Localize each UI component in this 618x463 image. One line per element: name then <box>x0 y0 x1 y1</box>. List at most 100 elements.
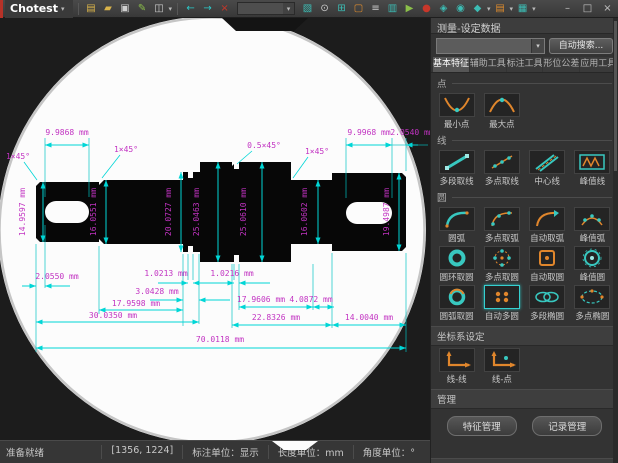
toolbar-combobox[interactable]: ▾ <box>237 2 295 15</box>
undo-icon[interactable]: ← <box>183 2 198 16</box>
panel-scrollbar[interactable] <box>613 18 618 463</box>
measurement-view-svg[interactable]: 9.9868 mm 9.9968 mm 2.0540 mm 1×45° 1×45… <box>0 18 430 440</box>
section-point-label: 点 <box>431 73 618 91</box>
dim-dia-seg4: 25.0463 mm <box>192 188 201 236</box>
app-window: Chotest ▾ ▤ ▰ ▣ ✎ ◫ ▾ ← → × ▾ ▧ ⊙ ⊞ ▢ ≡ … <box>0 0 618 463</box>
circles-tool-icon[interactable]: ◉ <box>453 2 468 16</box>
light-dropdown-icon[interactable]: ▾ <box>510 5 514 13</box>
measurement-viewport[interactable]: 9.9868 mm 9.9968 mm 2.0540 mm 1×45° 1×45… <box>0 18 430 440</box>
maximize-button[interactable]: □ <box>581 3 594 14</box>
peak-line-icon <box>574 150 610 174</box>
multi-seg-ellipse-icon <box>529 285 565 309</box>
save-icon[interactable]: ▣ <box>118 2 133 16</box>
point-tool-grid: 最小点 最大点 <box>431 91 618 130</box>
tab-annotation-tools[interactable]: 标注工具 <box>507 57 543 72</box>
auto-search-button[interactable]: 自动搜索... <box>549 38 613 54</box>
tool-max-point[interactable]: 最大点 <box>480 93 523 130</box>
tool-center-line[interactable]: 中心线 <box>526 150 569 187</box>
stage-fixture-shadow <box>222 18 308 31</box>
image-settings-icon[interactable]: ▦ <box>515 2 530 16</box>
tool-auto-arc[interactable]: 自动取弧 <box>526 207 569 244</box>
play-icon[interactable]: ▶ <box>402 2 417 16</box>
close-button[interactable]: × <box>601 3 614 14</box>
dim-dia-seg3: 20.0727 mm <box>164 188 173 236</box>
minimize-button[interactable]: – <box>561 3 574 14</box>
dim-len-left-block: 30.0350 mm <box>89 311 137 320</box>
calibration-grid-icon[interactable]: ⊞ <box>334 2 349 16</box>
delete-icon[interactable]: × <box>217 2 232 16</box>
image-dropdown-icon[interactable]: ▾ <box>532 5 536 13</box>
multi-seg-line-icon <box>439 150 475 174</box>
tool-multi-point-circle[interactable]: 多点取圆 <box>480 246 523 283</box>
feature-combobox[interactable]: ▾ <box>436 38 545 54</box>
record-manage-button[interactable]: 记录管理 <box>532 416 602 436</box>
dim-chamfer-center: 0.5×45° <box>247 141 281 150</box>
tool-multi-point-ellipse[interactable]: 多点椭圆 <box>571 285 614 322</box>
auto-arc-icon <box>529 207 565 231</box>
shield-dropdown-icon[interactable]: ▾ <box>487 5 491 13</box>
circle-tool-grid-row1: 圆弧 多点取弧 自动取弧 峰值弧 <box>431 205 618 244</box>
tool-peak-line[interactable]: 峰值线 <box>571 150 614 187</box>
tool-multi-seg-ellipse[interactable]: 多段椭圆 <box>526 285 569 322</box>
tool-arc[interactable]: 圆弧 <box>435 207 478 244</box>
redo-icon[interactable]: → <box>200 2 215 16</box>
dim-len-center-block: 22.8326 mm <box>252 313 300 322</box>
tab-aux-tools[interactable]: 辅助工具 <box>470 57 506 72</box>
tool-min-point[interactable]: 最小点 <box>435 93 478 130</box>
peak-arc-icon <box>574 207 610 231</box>
record-icon[interactable]: ● <box>419 2 434 16</box>
tool-multi-point-arc[interactable]: 多点取弧 <box>480 207 523 244</box>
tool-line-point[interactable]: 线-点 <box>480 348 523 385</box>
dim-slot-length-right: 9.9968 mm <box>347 128 391 137</box>
dim-dia-seg2: 16.0551 mm <box>89 188 98 236</box>
line-tool-grid: 多段取线 多点取线 中心线 峰值线 <box>431 148 618 187</box>
tool-multi-seg-line[interactable]: 多段取线 <box>435 150 478 187</box>
dim-chamfer-right: 1×45° <box>305 147 329 156</box>
measure-tool-icon[interactable]: ◈ <box>436 2 451 16</box>
combobox-arrow-icon[interactable]: ▾ <box>283 3 294 14</box>
toolbar-separator <box>177 3 178 15</box>
new-file-icon[interactable]: ▤ <box>84 2 99 16</box>
multi-point-line-icon <box>484 150 520 174</box>
tab-basic-features[interactable]: 基本特征 <box>433 57 469 72</box>
combobox-arrow-icon[interactable]: ▾ <box>531 39 544 53</box>
list-view-icon[interactable]: ≡ <box>368 2 383 16</box>
columns-view-icon[interactable]: ▥ <box>385 2 400 16</box>
dim-slot-to-end-right: 2.0540 mm <box>390 128 430 137</box>
light-tool-icon[interactable]: ▤ <box>493 2 508 16</box>
color-picker-icon[interactable]: ▧ <box>300 2 315 16</box>
min-point-icon <box>439 93 475 117</box>
dim-dia-end-right: 19.4987 mm <box>382 188 391 236</box>
manage-buttons-row: 特征管理 记录管理 <box>431 409 618 440</box>
line-line-axes-icon <box>439 348 475 372</box>
open-folder-icon[interactable]: ▰ <box>101 2 116 16</box>
multi-point-circle-icon <box>484 246 520 270</box>
tab-geometric-tolerance[interactable]: 形位公差 <box>543 57 579 72</box>
tool-line-line[interactable]: 线-线 <box>435 348 478 385</box>
shield-tool-icon[interactable]: ◆ <box>470 2 485 16</box>
feature-manage-button[interactable]: 特征管理 <box>447 416 517 436</box>
zoom-icon[interactable]: ⊙ <box>317 2 332 16</box>
tool-multi-point-line[interactable]: 多点取线 <box>480 150 523 187</box>
tool-peak-arc[interactable]: 峰值弧 <box>571 207 614 244</box>
tool-auto-circle[interactable]: 自动取圆 <box>526 246 569 283</box>
tool-peak-circle[interactable]: 峰值圆 <box>571 246 614 283</box>
save-as-dropdown-icon[interactable]: ▾ <box>169 5 173 13</box>
scrollbar-thumb[interactable] <box>614 21 617 171</box>
tool-ring-circle[interactable]: 圆环取圆 <box>435 246 478 283</box>
app-title: Chotest <box>10 2 58 15</box>
tab-app-tools[interactable]: 应用工具 <box>580 57 616 72</box>
tool-arc-circle[interactable]: 圆弧取圆 <box>435 285 478 322</box>
auto-multi-circle-icon <box>484 285 520 309</box>
status-annotation-unit: 标注单位：显示 <box>182 445 268 459</box>
screen-view-icon[interactable]: ▢ <box>351 2 366 16</box>
edit-icon[interactable]: ✎ <box>135 2 150 16</box>
dim-chamfer-left-shoulder: 1×45° <box>114 145 138 154</box>
dim-slot-offset-left: 2.0550 mm <box>35 272 79 281</box>
chevron-down-icon: ▾ <box>61 5 65 13</box>
save-as-icon[interactable]: ◫ <box>152 2 167 16</box>
status-ready: 准备就绪 <box>6 445 53 459</box>
tool-auto-multi-circle[interactable]: 自动多圆 <box>480 285 523 322</box>
app-menu-button[interactable]: Chotest ▾ <box>5 0 73 18</box>
panel-tabs: 基本特征 辅助工具 标注工具 形位公差 应用工具 <box>431 57 618 73</box>
